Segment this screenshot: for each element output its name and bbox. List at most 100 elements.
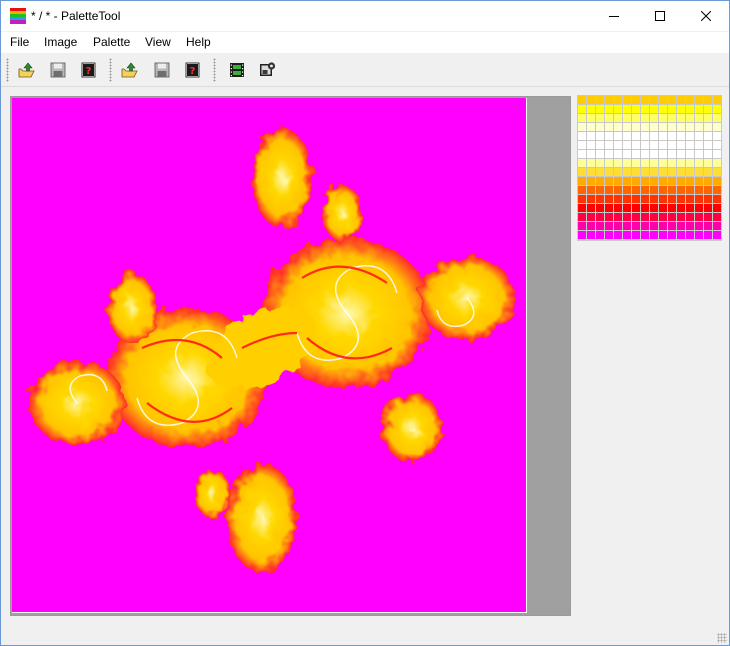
- palette-swatch[interactable]: [632, 195, 640, 203]
- palette-swatch[interactable]: [605, 204, 613, 212]
- palette-swatch[interactable]: [695, 231, 703, 239]
- palette-swatch[interactable]: [605, 96, 613, 104]
- palette-swatch[interactable]: [605, 177, 613, 185]
- palette-swatch[interactable]: [587, 186, 595, 194]
- resize-grip[interactable]: [717, 633, 727, 643]
- palette-swatch[interactable]: [704, 186, 712, 194]
- palette-swatch[interactable]: [623, 150, 631, 158]
- palette-swatch[interactable]: [668, 159, 676, 167]
- palette-swatch[interactable]: [668, 186, 676, 194]
- palette-swatch[interactable]: [641, 222, 649, 230]
- palette-swatch[interactable]: [713, 150, 721, 158]
- palette-swatch[interactable]: [695, 132, 703, 140]
- palette-swatch[interactable]: [605, 222, 613, 230]
- palette-swatch[interactable]: [632, 123, 640, 131]
- palette-swatch[interactable]: [713, 132, 721, 140]
- palette-swatch[interactable]: [695, 168, 703, 176]
- palette-swatch[interactable]: [641, 159, 649, 167]
- palette-swatch[interactable]: [713, 123, 721, 131]
- palette-swatch[interactable]: [596, 195, 604, 203]
- menu-help[interactable]: Help: [186, 35, 211, 49]
- palette-swatch[interactable]: [686, 132, 694, 140]
- palette-swatch[interactable]: [695, 195, 703, 203]
- palette-swatch[interactable]: [659, 96, 667, 104]
- palette-swatch[interactable]: [659, 168, 667, 176]
- palette-swatch[interactable]: [677, 150, 685, 158]
- toolbar-grip[interactable]: [213, 58, 216, 82]
- palette-swatch[interactable]: [686, 222, 694, 230]
- palette-swatch[interactable]: [704, 177, 712, 185]
- palette-swatch[interactable]: [713, 231, 721, 239]
- palette-swatch[interactable]: [578, 168, 586, 176]
- palette-swatch[interactable]: [650, 159, 658, 167]
- palette-swatch[interactable]: [686, 114, 694, 122]
- palette-swatch[interactable]: [623, 96, 631, 104]
- palette-swatch[interactable]: [713, 168, 721, 176]
- palette-swatch[interactable]: [632, 141, 640, 149]
- palette-swatch[interactable]: [578, 231, 586, 239]
- palette-swatch[interactable]: [641, 168, 649, 176]
- palette-swatch[interactable]: [677, 123, 685, 131]
- palette-swatch[interactable]: [587, 159, 595, 167]
- menu-view[interactable]: View: [145, 35, 171, 49]
- palette-swatch[interactable]: [596, 213, 604, 221]
- palette-swatch[interactable]: [605, 231, 613, 239]
- palette-swatch[interactable]: [578, 204, 586, 212]
- palette-swatch[interactable]: [650, 231, 658, 239]
- palette-swatch[interactable]: [668, 231, 676, 239]
- palette-swatch[interactable]: [587, 114, 595, 122]
- palette-swatch[interactable]: [695, 105, 703, 113]
- palette-swatch[interactable]: [650, 96, 658, 104]
- palette-swatch[interactable]: [623, 105, 631, 113]
- palette-swatch[interactable]: [668, 105, 676, 113]
- palette-swatch[interactable]: [578, 213, 586, 221]
- palette-swatch[interactable]: [587, 105, 595, 113]
- animation-button[interactable]: [225, 58, 249, 82]
- palette-swatch[interactable]: [677, 204, 685, 212]
- palette-swatch[interactable]: [623, 123, 631, 131]
- palette-swatch[interactable]: [704, 159, 712, 167]
- palette-swatch[interactable]: [614, 159, 622, 167]
- palette-swatch[interactable]: [686, 213, 694, 221]
- palette-swatch[interactable]: [596, 231, 604, 239]
- palette-swatch[interactable]: [650, 222, 658, 230]
- palette-swatch[interactable]: [677, 186, 685, 194]
- palette-swatch[interactable]: [614, 231, 622, 239]
- palette-swatch[interactable]: [632, 186, 640, 194]
- open-palette-button[interactable]: [118, 58, 142, 82]
- palette-swatch[interactable]: [659, 159, 667, 167]
- open-image-button[interactable]: [15, 58, 39, 82]
- palette-swatch[interactable]: [632, 150, 640, 158]
- palette-swatch[interactable]: [632, 96, 640, 104]
- palette-swatch[interactable]: [614, 141, 622, 149]
- palette-swatch[interactable]: [605, 186, 613, 194]
- palette-swatch[interactable]: [605, 141, 613, 149]
- palette-swatch[interactable]: [686, 231, 694, 239]
- close-button[interactable]: [683, 1, 729, 31]
- palette-swatch[interactable]: [704, 168, 712, 176]
- palette-swatch[interactable]: [623, 186, 631, 194]
- palette-swatch[interactable]: [578, 123, 586, 131]
- palette-swatch[interactable]: [587, 204, 595, 212]
- palette-swatch[interactable]: [713, 141, 721, 149]
- palette-swatch[interactable]: [596, 105, 604, 113]
- palette-swatch[interactable]: [686, 195, 694, 203]
- palette-swatch[interactable]: [587, 177, 595, 185]
- palette-swatch[interactable]: [713, 105, 721, 113]
- palette-swatch[interactable]: [596, 96, 604, 104]
- palette-swatch[interactable]: [614, 213, 622, 221]
- palette-swatch[interactable]: [578, 114, 586, 122]
- palette-swatch[interactable]: [623, 222, 631, 230]
- palette-swatch[interactable]: [677, 132, 685, 140]
- palette-swatch[interactable]: [587, 96, 595, 104]
- palette-swatch[interactable]: [650, 195, 658, 203]
- palette-swatch[interactable]: [686, 96, 694, 104]
- palette-swatch[interactable]: [704, 195, 712, 203]
- palette-swatch[interactable]: [650, 114, 658, 122]
- palette-swatch[interactable]: [578, 222, 586, 230]
- palette-swatch[interactable]: [659, 105, 667, 113]
- palette-swatch[interactable]: [713, 96, 721, 104]
- palette-swatch[interactable]: [686, 159, 694, 167]
- menu-palette[interactable]: Palette: [93, 35, 130, 49]
- palette-swatch[interactable]: [686, 177, 694, 185]
